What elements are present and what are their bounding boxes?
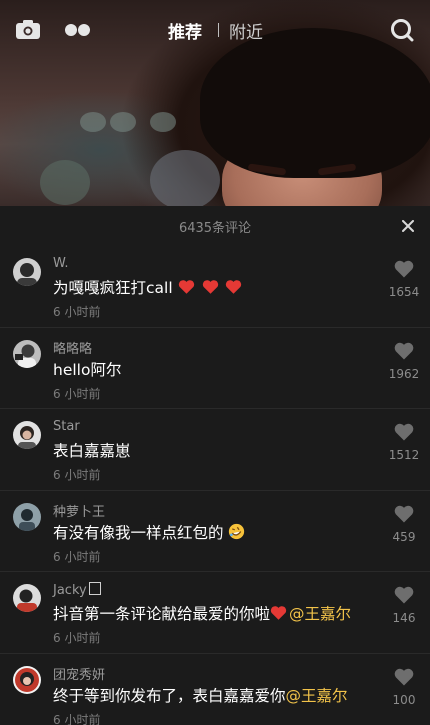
avatar[interactable] xyxy=(13,665,41,694)
avatar[interactable] xyxy=(13,584,41,612)
comment-time: 6 小时前 xyxy=(53,386,101,401)
comment-text: hello阿尔 xyxy=(53,358,121,380)
tab-nearby[interactable]: 附近 xyxy=(229,18,263,43)
comment-item: Jacky 抖音第一条评论献给最爱的你啦 @王嘉尔 6 小时前 146 xyxy=(0,572,430,654)
comment-text-content: hello阿尔 xyxy=(53,360,122,379)
rofl-emoji-icon xyxy=(229,523,245,539)
heart-icon xyxy=(394,505,414,522)
comment-time: 6 小时前 xyxy=(53,305,101,319)
mention-link[interactable]: @王嘉尔 xyxy=(289,605,351,623)
like-button[interactable]: 1512 xyxy=(382,423,426,462)
heart-icon xyxy=(394,423,414,441)
comment-item: 种萝卜王 有没有像我一样点红包的 6 小时前 459 xyxy=(0,491,430,572)
heart-emoji-icon xyxy=(270,606,287,620)
background-balloon xyxy=(40,160,90,205)
background-lamp xyxy=(150,112,176,132)
like-count: 146 xyxy=(392,611,416,625)
comment-text: 为嘎嘎疯狂打call xyxy=(53,276,244,298)
comment-time: 6 小时前 xyxy=(53,468,101,482)
like-count: 1512 xyxy=(388,448,420,462)
comment-text-content: 表白嘉嘉崽 xyxy=(53,442,131,460)
comment-text: 终于等到你发布了，表白嘉嘉爱你@王嘉尔 xyxy=(53,684,348,706)
heart-emoji-icon xyxy=(226,280,242,294)
heart-emoji-icon xyxy=(178,280,194,294)
tab-recommend[interactable]: 推荐 xyxy=(168,18,202,43)
comment-text-content: 有没有像我一样点红包的 xyxy=(53,523,224,542)
background-balloon xyxy=(150,150,220,206)
comment-username[interactable]: Star xyxy=(53,419,80,434)
avatar[interactable] xyxy=(13,339,41,368)
like-count: 100 xyxy=(392,692,416,707)
comment-username[interactable]: 略略略 xyxy=(53,338,92,357)
comment-text-content: 为嘎嘎疯狂打call xyxy=(53,279,173,297)
comment-time: 6 小时前 xyxy=(53,549,101,564)
comment-text-content: 抖音第一条评论献给最爱的你啦 xyxy=(53,605,271,623)
like-button[interactable]: 1654 xyxy=(382,260,426,299)
comments-header: 6435条评论 xyxy=(0,206,430,246)
like-count: 1962 xyxy=(388,366,420,381)
top-bar: 推荐 附近 xyxy=(0,0,430,60)
like-button[interactable]: 100 xyxy=(382,668,426,707)
background-lamp xyxy=(80,112,106,132)
close-icon[interactable] xyxy=(398,216,418,236)
comment-item: Star 表白嘉嘉崽 6 小时前 1512 xyxy=(0,409,430,491)
unknown-glyph-icon xyxy=(88,582,101,595)
avatar[interactable] xyxy=(13,258,41,286)
mention-link[interactable]: @王嘉尔 xyxy=(286,687,348,705)
comment-username[interactable]: 种萝卜王 xyxy=(53,501,105,520)
comment-item: 略略略 hello阿尔 6 小时前 1962 xyxy=(0,328,430,409)
like-button[interactable]: 459 xyxy=(382,505,426,544)
heart-icon xyxy=(394,586,414,604)
comment-text-content: 终于等到你发布了，表白嘉嘉爱你 xyxy=(53,686,286,705)
heart-icon xyxy=(394,342,414,359)
comment-text: 表白嘉嘉崽 xyxy=(53,439,131,461)
heart-icon xyxy=(394,260,414,278)
like-button[interactable]: 1962 xyxy=(382,342,426,381)
comment-username-text: Jacky xyxy=(53,583,87,598)
tab-separator xyxy=(218,23,219,37)
camera-icon[interactable] xyxy=(16,20,40,39)
comment-item: 团宠秀妍 终于等到你发布了，表白嘉嘉爱你@王嘉尔 6 小时前 100 xyxy=(0,654,430,725)
comment-username[interactable]: W. xyxy=(53,256,69,271)
like-count: 1654 xyxy=(388,285,420,299)
comment-username[interactable]: 团宠秀妍 xyxy=(53,664,105,683)
comment-username[interactable]: Jacky xyxy=(53,582,101,598)
comment-time: 6 小时前 xyxy=(53,712,101,725)
comments-panel: 6435条评论 W. 为嘎嘎疯狂打call 6 小时前 1654 略略略 hel… xyxy=(0,206,430,725)
live-dots-icon[interactable] xyxy=(65,24,91,37)
comment-text: 抖音第一条评论献给最爱的你啦 @王嘉尔 xyxy=(53,602,351,624)
avatar[interactable] xyxy=(13,502,41,531)
heart-icon xyxy=(394,668,414,685)
like-button[interactable]: 146 xyxy=(382,586,426,625)
comment-item: W. 为嘎嘎疯狂打call 6 小时前 1654 xyxy=(0,246,430,328)
comments-count-title: 6435条评论 xyxy=(178,221,252,236)
avatar[interactable] xyxy=(13,421,41,449)
background-lamp xyxy=(110,112,136,132)
comment-text: 有没有像我一样点红包的 xyxy=(53,521,245,543)
heart-emoji-icon xyxy=(202,280,218,294)
comment-time: 6 小时前 xyxy=(53,631,101,645)
like-count: 459 xyxy=(392,529,416,544)
search-icon[interactable] xyxy=(390,18,414,42)
